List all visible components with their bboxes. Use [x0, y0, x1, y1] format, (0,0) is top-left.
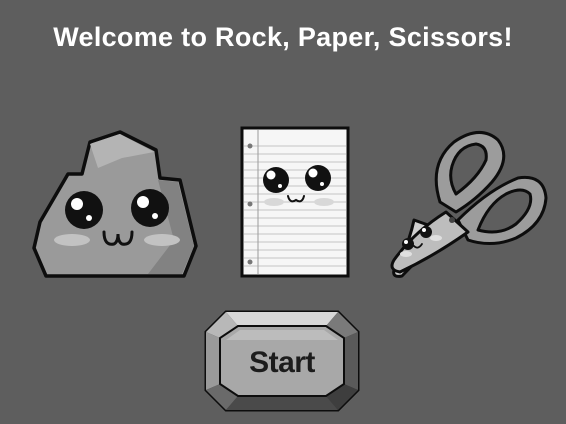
- scissors-right-eye: [420, 226, 432, 238]
- start-button-bevel-left-side: [206, 332, 220, 390]
- paper-left-eye: [263, 167, 289, 193]
- scissors-right-blush: [430, 235, 442, 241]
- paper-character-icon[interactable]: [238, 124, 354, 280]
- paper-hole: [247, 259, 253, 265]
- start-button-face-shine: [226, 330, 338, 340]
- scissors-pivot-screw: [449, 217, 455, 223]
- scissors-left-blush: [400, 251, 412, 257]
- game-screen: Welcome to Rock, Paper, Scissors! Start: [0, 0, 566, 424]
- rock-right-eye: [131, 189, 169, 227]
- paper-right-eye: [305, 165, 331, 191]
- paper-hole: [247, 201, 253, 207]
- scissors-character-icon[interactable]: [384, 120, 552, 286]
- rock-right-blush: [144, 234, 180, 246]
- rock-left-blush: [54, 234, 90, 246]
- rock-character-icon[interactable]: [30, 128, 202, 280]
- paper-left-blush: [264, 198, 284, 206]
- welcome-title: Welcome to Rock, Paper, Scissors!: [53, 22, 513, 52]
- paper-right-blush: [314, 198, 334, 206]
- start-button-bevel-top: [226, 312, 338, 326]
- start-button-label: Start: [249, 346, 315, 379]
- rock-left-eye: [65, 191, 103, 229]
- start-button-bevel-right-side: [344, 332, 358, 390]
- start-button-bevel-bottom-side: [226, 396, 338, 410]
- paper-hole: [247, 143, 253, 149]
- scissors-left-eye: [402, 238, 414, 250]
- start-button[interactable]: Start: [202, 308, 362, 414]
